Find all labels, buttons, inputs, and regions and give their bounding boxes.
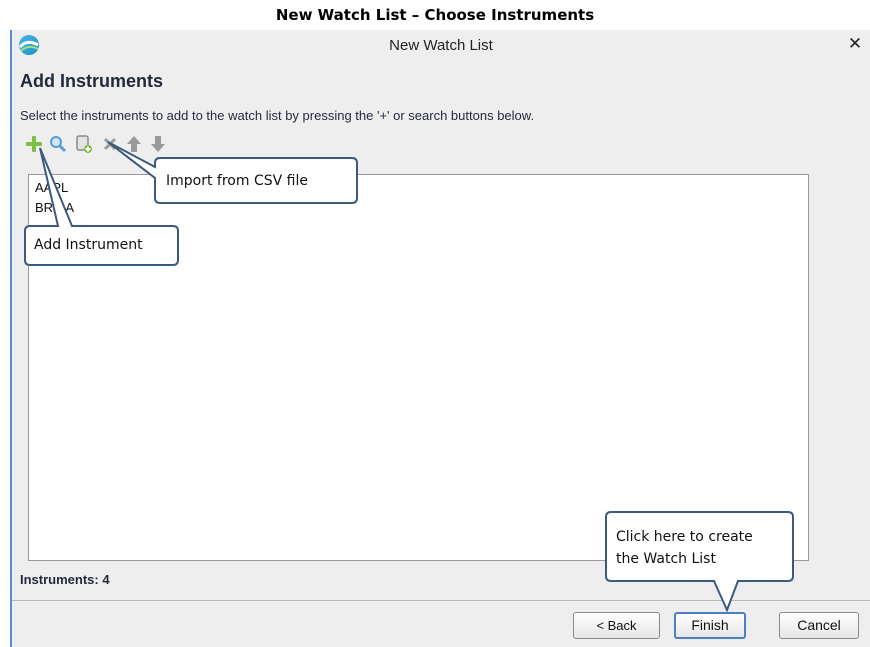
title-bar: New Watch List ✕ <box>12 30 870 60</box>
import-csv-button[interactable] <box>74 134 94 154</box>
add-icon <box>24 134 44 154</box>
move-up-icon <box>124 134 144 154</box>
add-instrument-button[interactable] <box>24 134 44 154</box>
search-icon <box>48 134 68 154</box>
search-instrument-button[interactable] <box>48 134 68 154</box>
move-down-button[interactable] <box>148 134 168 154</box>
import-csv-callout-text: Import from CSV file <box>166 173 308 189</box>
instrument-count-label: Instruments: 4 <box>20 572 110 587</box>
footer-divider <box>12 600 870 601</box>
list-item[interactable]: AAPL <box>35 179 68 197</box>
close-button[interactable]: ✕ <box>846 35 864 53</box>
cancel-button[interactable]: Cancel <box>779 612 859 639</box>
add-instrument-callout-text: Add Instrument <box>34 237 143 253</box>
move-down-icon <box>148 134 168 154</box>
finish-callout-line-1: Click here to create <box>616 529 753 545</box>
remove-icon <box>100 134 120 154</box>
list-item[interactable]: BRK.A <box>35 199 74 217</box>
document-caption: New Watch List – Choose Instruments <box>275 6 595 24</box>
instructions-text: Select the instruments to add to the wat… <box>20 108 535 123</box>
page-heading: Add Instruments <box>20 71 164 91</box>
window-title: New Watch List <box>389 37 493 54</box>
new-watch-list-dialog: New Watch List ✕ Add Instruments Select … <box>10 30 870 647</box>
remove-instrument-button[interactable] <box>100 134 120 154</box>
finish-button[interactable]: Finish <box>674 612 746 639</box>
back-button[interactable]: < Back <box>573 612 660 639</box>
instrument-list[interactable]: AAPL BRK.A MSFT <box>28 174 809 561</box>
import-csv-icon <box>74 134 94 154</box>
move-up-button[interactable] <box>124 134 144 154</box>
finish-callout-line-2: the Watch List <box>616 551 716 567</box>
